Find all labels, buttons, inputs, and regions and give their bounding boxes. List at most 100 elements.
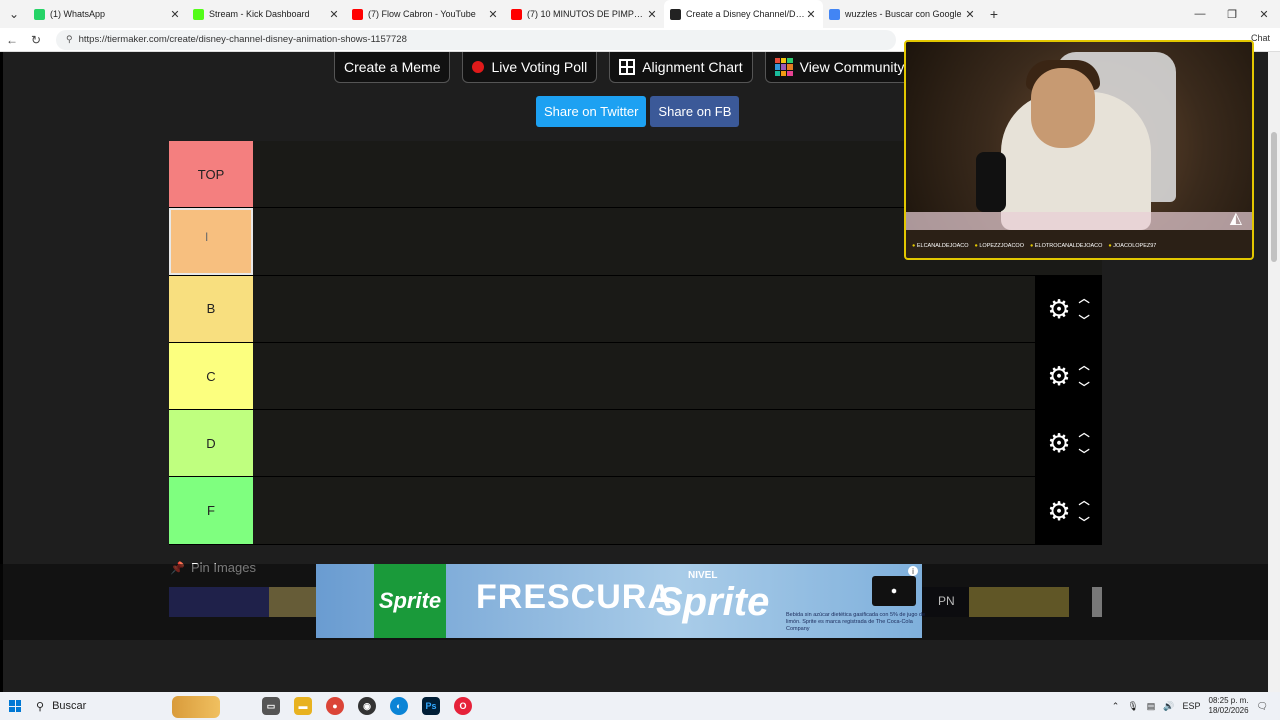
- browser-tab[interactable]: (7) Flow Cabron - YouTube ✕: [346, 0, 505, 28]
- clock-time: 08:25 p. m.: [1208, 696, 1249, 705]
- photoshop-icon[interactable]: Ps: [422, 697, 440, 715]
- tab-favicon-icon: [352, 8, 363, 20]
- top-toolbar: Create a Meme Live Voting Poll Alignment…: [334, 52, 929, 83]
- community-mosaic-icon: [774, 58, 793, 76]
- page-scrollbar[interactable]: [1268, 52, 1280, 692]
- tier-move-arrows: ︿ ﹀: [1079, 290, 1090, 328]
- tab-favicon-icon: [193, 8, 204, 20]
- tier-label[interactable]: C: [169, 342, 253, 410]
- tier-label[interactable]: B: [169, 275, 253, 342]
- restore-button[interactable]: ❐: [1216, 0, 1248, 28]
- tier-label-text: D: [206, 435, 216, 451]
- chevron-down-icon[interactable]: ﹀: [1079, 312, 1090, 328]
- obs-icon[interactable]: ◉: [358, 697, 376, 715]
- ticker-handle-text: JOACOLOPEZ97: [1113, 243, 1157, 249]
- scrollbar-thumb[interactable]: [1271, 132, 1277, 262]
- task-view-icon[interactable]: ▭: [262, 697, 280, 715]
- opera-icon[interactable]: O: [454, 697, 472, 715]
- language-indicator[interactable]: ESP: [1183, 701, 1201, 711]
- tab-title: (7) 10 MINUTOS DE PIMPE Y JOAC: [527, 9, 646, 19]
- create-meme-button[interactable]: Create a Meme: [334, 52, 451, 83]
- chat-label[interactable]: Chat: [1251, 33, 1270, 43]
- microphone-icon[interactable]: 🎙: [1127, 701, 1138, 712]
- ad-info-icon[interactable]: i: [908, 566, 918, 576]
- chevron-down-icon[interactable]: ﹀: [1079, 379, 1090, 395]
- taskbar-search-placeholder: Buscar: [52, 700, 87, 712]
- tab-favicon-icon: [511, 8, 522, 20]
- browser-tab[interactable]: (1) WhatsApp ✕: [28, 0, 187, 28]
- share-twitter-button[interactable]: Share on Twitter: [536, 96, 647, 127]
- browser-tab-bar: ⌄ (1) WhatsApp ✕ Stream - Kick Dashboard ✕(…: [0, 0, 1280, 28]
- text-cursor-icon: I: [205, 230, 209, 245]
- tier-drop-zone[interactable]: [253, 275, 1035, 342]
- new-tab-button[interactable]: +: [982, 0, 1006, 28]
- share-facebook-button[interactable]: Share on FB: [650, 96, 740, 127]
- chevron-up-icon[interactable]: ︿: [1079, 357, 1090, 373]
- notifications-icon[interactable]: 🗨: [1257, 701, 1268, 712]
- chrome-icon[interactable]: ●: [326, 697, 344, 715]
- brand-logo-icon: ◭: [1229, 210, 1242, 227]
- gear-icon[interactable]: ⚙: [1047, 363, 1070, 389]
- tab-close-icon[interactable]: ✕: [328, 8, 340, 21]
- reload-button[interactable]: ↻: [24, 33, 48, 47]
- taskbar-clock[interactable]: 08:25 p. m. 18/02/2026: [1209, 696, 1249, 716]
- volume-icon[interactable]: 🔊: [1163, 701, 1174, 712]
- start-button[interactable]: [0, 700, 30, 712]
- sprite-advertisement[interactable]: Sprite FRESCURA NIVEL Sprite Bebida sin …: [316, 564, 925, 638]
- site-info-icon[interactable]: ⚲: [66, 34, 73, 45]
- alignment-chart-button[interactable]: Alignment Chart: [609, 52, 753, 83]
- tab-close-icon[interactable]: ✕: [964, 8, 976, 21]
- tier-row: F ⚙ ︿ ﹀: [169, 477, 1102, 545]
- tier-controls: ⚙ ︿ ﹀: [1035, 477, 1102, 544]
- chevron-down-icon[interactable]: ﹀: [1079, 514, 1090, 530]
- browser-tab[interactable]: (7) 10 MINUTOS DE PIMPE Y JOAC✕: [505, 0, 664, 28]
- browser-tab[interactable]: Create a Disney Channel/Disney A✕: [664, 0, 823, 28]
- streamer-webcam-overlay: ◭ ● ELCANALDEJOACO ● LOPEZZJOACOO ● ELOTRO…: [904, 40, 1254, 260]
- tier-drop-zone[interactable]: [253, 342, 1035, 410]
- ad-warning-badge-icon: ⬢: [872, 576, 916, 606]
- alignment-chart-label: Alignment Chart: [642, 59, 743, 75]
- tier-drop-zone[interactable]: [253, 477, 1035, 544]
- ticker-handle-text: ELOTROCANALDEJOACO: [1034, 243, 1103, 249]
- tier-label-text: F: [207, 503, 215, 519]
- browser-tab[interactable]: wuzzles - Buscar con Google ✕: [823, 0, 982, 28]
- ticker-handle: ● ELOTROCANALDEJOACO: [1030, 243, 1103, 249]
- tier-label[interactable]: I: [169, 208, 253, 275]
- chevron-up-icon[interactable]: ︿: [1079, 492, 1090, 508]
- chevron-up-icon[interactable]: ︿: [1079, 424, 1090, 440]
- gear-icon[interactable]: ⚙: [1047, 430, 1070, 456]
- tab-close-icon[interactable]: ✕: [169, 8, 181, 21]
- url-field[interactable]: ⚲ https://tiermaker.com/create/disney-ch…: [56, 29, 896, 50]
- view-community-label: View Community R: [799, 59, 919, 75]
- gear-icon[interactable]: ⚙: [1047, 498, 1070, 524]
- browser-tab[interactable]: Stream - Kick Dashboard ✕: [187, 0, 346, 28]
- tab-list-menu-button[interactable]: ⌄: [0, 0, 28, 28]
- tier-label[interactable]: F: [169, 477, 253, 544]
- tray-chevron-icon[interactable]: ⌃: [1112, 701, 1120, 712]
- bottle-text: Sprite: [378, 588, 442, 613]
- tab-close-icon[interactable]: ✕: [805, 8, 817, 21]
- edge-icon[interactable]: ◐: [390, 697, 408, 715]
- record-dot-icon: [472, 61, 485, 73]
- search-icon: ⚲: [36, 700, 45, 713]
- file-explorer-icon[interactable]: ▬: [294, 697, 312, 715]
- tier-label[interactable]: D: [169, 410, 253, 477]
- gear-icon[interactable]: ⚙: [1047, 296, 1070, 322]
- ticker-handle-text: ELCANALDEJOACO: [916, 243, 969, 249]
- clock-date: 18/02/2026: [1208, 706, 1249, 715]
- tab-close-icon[interactable]: ✕: [646, 8, 658, 21]
- microphone: [976, 152, 1006, 212]
- chevron-down-icon[interactable]: ﹀: [1079, 446, 1090, 462]
- tab-close-icon[interactable]: ✕: [487, 8, 499, 21]
- close-window-button[interactable]: ✕: [1248, 0, 1280, 28]
- network-icon[interactable]: ▤: [1147, 701, 1156, 712]
- chevron-up-icon[interactable]: ︿: [1079, 290, 1090, 306]
- tier-move-arrows: ︿ ﹀: [1079, 492, 1090, 530]
- minimize-button[interactable]: —: [1184, 0, 1216, 28]
- tier-drop-zone[interactable]: [253, 410, 1035, 477]
- tier-label[interactable]: TOP: [169, 141, 253, 208]
- tier-controls: ⚙ ︿ ﹀: [1035, 410, 1102, 477]
- back-button[interactable]: ←: [0, 33, 24, 47]
- live-voting-poll-button[interactable]: Live Voting Poll: [462, 52, 598, 83]
- taskbar-widget-image[interactable]: [172, 696, 220, 718]
